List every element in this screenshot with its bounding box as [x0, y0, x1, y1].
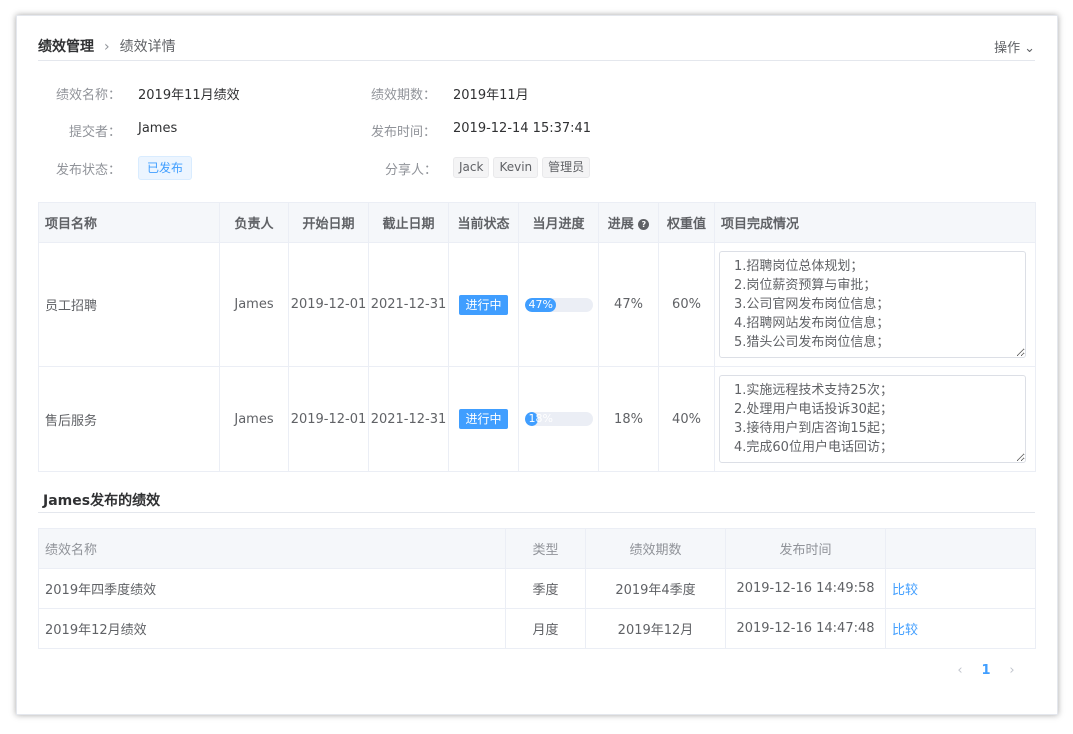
col-action	[885, 528, 1036, 569]
status-badge: 已发布	[138, 156, 193, 180]
submitter-value: James	[138, 121, 178, 136]
compare-link[interactable]: 比较	[892, 623, 918, 638]
divider	[38, 512, 1035, 513]
period-value: 2019年11月	[453, 88, 529, 103]
period-label: 绩效期数：	[371, 88, 437, 103]
chevron-right-icon: ›	[104, 39, 110, 55]
status-tag: 进行中	[459, 294, 508, 315]
related-period: 2019年12月	[585, 608, 726, 649]
progress-bar: 47%	[524, 297, 593, 312]
col-type: 类型	[505, 528, 586, 569]
weight-value: 40%	[658, 366, 715, 472]
col-owner: 负责人	[219, 202, 289, 243]
col-project-name: 项目名称	[38, 202, 220, 243]
progress-text: 47%	[528, 297, 553, 311]
completion-cell	[714, 366, 1036, 472]
related-name: 2019年四季度绩效	[38, 568, 506, 609]
table-row: 2019年12月绩效 月度 2019年12月 2019-12-16 14:47:…	[38, 608, 1036, 649]
submitter-label: 提交者：	[69, 125, 122, 140]
operations-dropdown[interactable]: 操作 ⌄	[994, 37, 1035, 56]
related-time: 2019-12-16 14:49:58	[725, 568, 886, 609]
status-label: 发布状态：	[56, 163, 122, 178]
action-cell: 比较	[885, 568, 1036, 609]
status-tag: 进行中	[459, 409, 508, 429]
col-end-date: 截止日期	[368, 202, 449, 243]
breadcrumb-root[interactable]: 绩效管理	[38, 39, 94, 55]
page-header: 绩效管理 › 绩效详情 操作 ⌄	[38, 30, 1035, 61]
col-start-date: 开始日期	[288, 202, 369, 243]
related-time: 2019-12-16 14:47:48	[725, 608, 886, 649]
table-row: 售后服务 James 2019-12-01 2021-12-31 进行中 18%…	[38, 366, 1036, 472]
project-name: 售后服务	[38, 366, 220, 472]
project-table: 项目名称 负责人 开始日期 截止日期 当前状态 当月进度 进展 ? 权重值 项目…	[38, 202, 1036, 472]
status-cell: 进行中	[448, 366, 519, 472]
action-cell: 比较	[885, 608, 1036, 649]
table-row: 2019年四季度绩效 季度 2019年4季度 2019-12-16 14:49:…	[38, 568, 1036, 609]
prev-page-button[interactable]: ‹	[949, 663, 971, 678]
owner: James	[219, 242, 289, 367]
completion-cell	[714, 242, 1036, 367]
breadcrumb: 绩效管理 › 绩效详情	[38, 36, 176, 56]
operations-label: 操作	[994, 41, 1021, 56]
name-label: 绩效名称：	[56, 88, 122, 103]
col-name: 绩效名称	[38, 528, 506, 569]
progress-text: 18%	[528, 412, 553, 425]
weight-value: 60%	[658, 242, 715, 367]
end-date: 2021-12-31	[368, 366, 449, 472]
sharer-label: 分享人：	[385, 163, 438, 178]
start-date: 2019-12-01	[288, 366, 369, 472]
related-table: 绩效名称 类型 绩效期数 发布时间 2019年四季度绩效 季度 2019年4季度…	[38, 528, 1036, 649]
col-trend: 进展 ?	[598, 202, 659, 243]
sharer-tag: Kevin	[493, 157, 539, 178]
question-icon[interactable]: ?	[638, 219, 650, 230]
col-month-progress: 当月进度	[518, 202, 599, 243]
page-number[interactable]: 1	[975, 663, 997, 678]
publish-time-value: 2019-12-14 15:37:41	[453, 121, 592, 136]
col-completion: 项目完成情况	[714, 202, 1036, 243]
sharer-list: Jack Kevin 管理员	[453, 157, 594, 178]
progress-bar: 18%	[524, 412, 593, 426]
table-row: 员工招聘 James 2019-12-01 2021-12-31 进行中 47%…	[38, 242, 1036, 367]
related-name: 2019年12月绩效	[38, 608, 506, 649]
trend-value: 47%	[598, 242, 659, 367]
status-cell: 进行中	[448, 242, 519, 367]
related-type: 月度	[505, 608, 586, 649]
col-weight: 权重值	[658, 202, 715, 243]
related-period: 2019年4季度	[585, 568, 726, 609]
breadcrumb-current: 绩效详情	[119, 39, 176, 55]
start-date: 2019-12-01	[288, 242, 369, 367]
table-header-row: 项目名称 负责人 开始日期 截止日期 当前状态 当月进度 进展 ? 权重值 项目…	[38, 202, 1036, 243]
related-type: 季度	[505, 568, 586, 609]
table-header-row: 绩效名称 类型 绩效期数 发布时间	[38, 528, 1036, 569]
chevron-down-icon: ⌄	[1024, 41, 1035, 56]
next-page-button[interactable]: ›	[1001, 663, 1023, 678]
project-name: 员工招聘	[38, 242, 220, 367]
detail-card: 绩效管理 › 绩效详情 操作 ⌄ 绩效名称： 2019年11月绩效 绩效期数： 201…	[16, 15, 1058, 715]
progress-cell: 47%	[518, 242, 599, 367]
owner: James	[219, 366, 289, 472]
name-value: 2019年11月绩效	[138, 88, 240, 103]
publish-time-label: 发布时间：	[371, 125, 437, 140]
end-date: 2021-12-31	[368, 242, 449, 367]
pagination: ‹ 1 ›	[945, 663, 1023, 678]
related-title: James发布的绩效	[43, 493, 161, 509]
col-period: 绩效期数	[585, 528, 726, 569]
col-status: 当前状态	[448, 202, 519, 243]
col-publish-time: 发布时间	[725, 528, 886, 569]
completion-textarea[interactable]	[719, 375, 1026, 463]
sharer-tag: Jack	[453, 157, 490, 178]
progress-cell: 18%	[518, 366, 599, 472]
sharer-tag: 管理员	[542, 157, 591, 178]
completion-textarea[interactable]	[719, 251, 1026, 358]
trend-value: 18%	[598, 366, 659, 472]
col-trend-label: 进展	[607, 217, 634, 232]
compare-link[interactable]: 比较	[892, 583, 918, 598]
